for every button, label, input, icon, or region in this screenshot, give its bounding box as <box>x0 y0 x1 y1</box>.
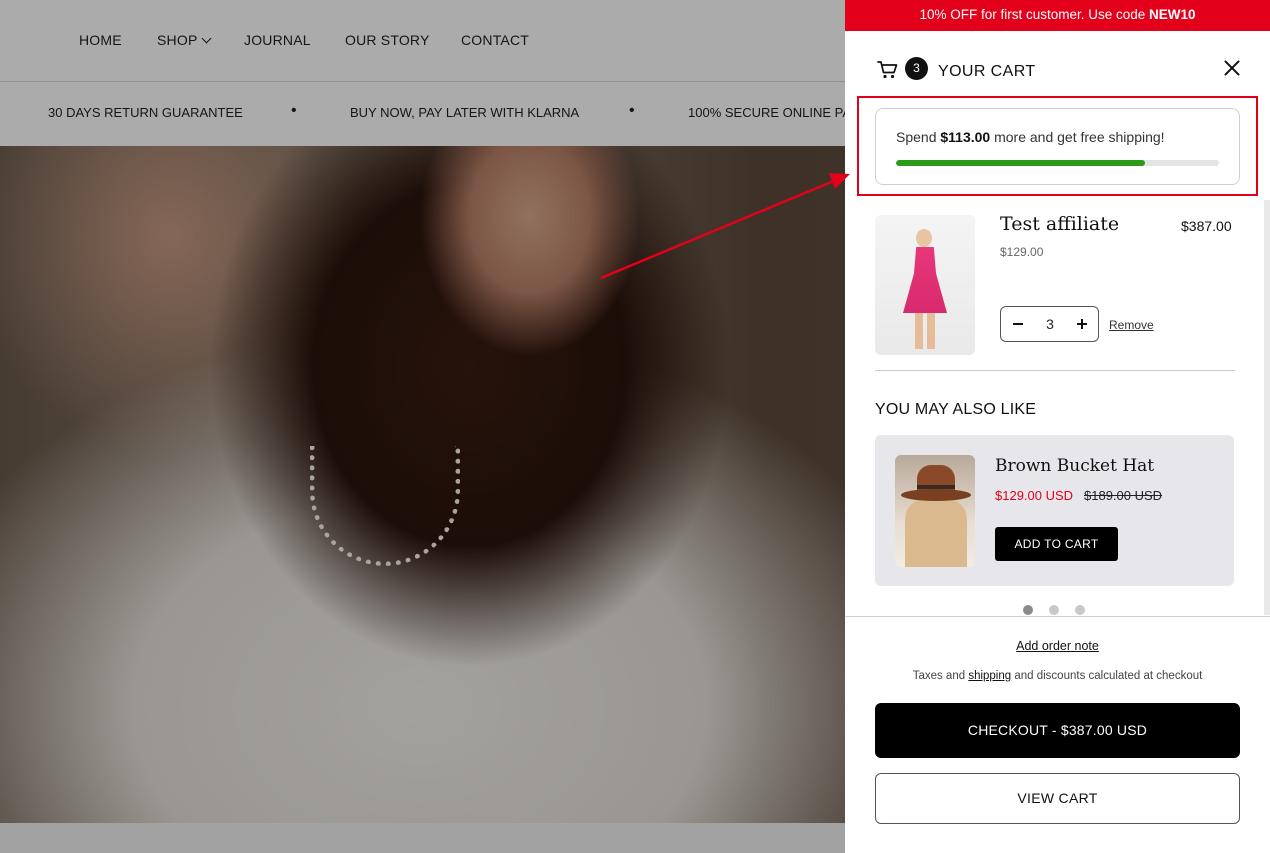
shipping-prefix: Spend <box>896 129 941 145</box>
promo-code: NEW10 <box>1149 7 1196 22</box>
line-total: $387.00 <box>1181 218 1232 234</box>
recommendation-title[interactable]: Brown Bucket Hat <box>995 456 1154 476</box>
drawer-overlay[interactable] <box>0 0 845 853</box>
promo-bar: 10% OFF for first customer. Use code NEW… <box>845 0 1270 31</box>
cart-title: YOUR CART <box>938 63 1036 80</box>
cart-count-badge: 3 <box>905 57 928 80</box>
shipping-progress-track <box>896 160 1219 166</box>
taxes-note: Taxes and shipping and discounts calcula… <box>845 670 1270 682</box>
recommendation-image[interactable] <box>895 455 975 567</box>
drawer-scrollbar[interactable] <box>1264 200 1270 615</box>
carousel-dot-1[interactable] <box>1023 605 1033 615</box>
unit-price: $129.00 <box>1000 245 1044 259</box>
view-cart-button[interactable]: VIEW CART <box>875 773 1240 824</box>
taxes-suffix: and discounts calculated at checkout <box>1011 670 1203 682</box>
promo-text: 10% OFF for first customer. Use code <box>919 7 1150 22</box>
free-shipping-progress: Spend $113.00 more and get free shipping… <box>875 108 1240 185</box>
hat-brim-graphic <box>901 489 971 501</box>
footer-divider <box>845 616 1270 617</box>
model-legs-graphic <box>915 313 935 349</box>
remove-link[interactable]: Remove <box>1109 318 1154 332</box>
recommendations-title: YOU MAY ALSO LIKE <box>875 401 1037 418</box>
product-image[interactable] <box>875 215 975 355</box>
compare-at-price: $189.00 USD <box>1084 488 1163 503</box>
close-icon[interactable] <box>1223 59 1241 77</box>
sale-price: $129.00 USD <box>995 488 1074 503</box>
divider <box>875 370 1235 371</box>
shopping-cart-icon <box>877 61 898 79</box>
plus-icon[interactable] <box>1075 315 1089 333</box>
add-order-note-link[interactable]: Add order note <box>1016 639 1099 653</box>
shipping-suffix: more and get free shipping! <box>990 129 1165 145</box>
shipping-amount: $113.00 <box>940 129 991 145</box>
cart-header: 3 YOUR CART <box>875 55 1245 87</box>
free-shipping-message: Spend $113.00 more and get free shipping… <box>896 129 1165 145</box>
shipping-progress-fill <box>896 160 1145 166</box>
model-hair-graphic <box>905 499 967 567</box>
minus-icon[interactable] <box>1011 315 1025 333</box>
model-head-graphic <box>916 229 932 247</box>
taxes-prefix: Taxes and <box>912 670 969 682</box>
add-to-cart-button[interactable]: ADD TO CART <box>995 527 1118 561</box>
carousel-dot-2[interactable] <box>1049 605 1059 615</box>
carousel-dot-3[interactable] <box>1075 605 1085 615</box>
shipping-link[interactable]: shipping <box>968 670 1011 682</box>
quantity-value[interactable]: 3 <box>1039 316 1061 332</box>
pink-dress-graphic <box>903 247 947 313</box>
cart-drawer: 10% OFF for first customer. Use code NEW… <box>845 0 1270 853</box>
quantity-stepper: 3 <box>1000 306 1099 342</box>
cart-line-item: Test affiliate $129.00 $387.00 3 Remove <box>875 213 1235 365</box>
checkout-button[interactable]: CHECKOUT - $387.00 USD <box>875 703 1240 758</box>
order-note: Add order note <box>845 639 1270 653</box>
recommendation-card: Brown Bucket Hat $129.00 USD $189.00 USD… <box>875 435 1234 586</box>
product-title[interactable]: Test affiliate <box>1000 213 1119 235</box>
